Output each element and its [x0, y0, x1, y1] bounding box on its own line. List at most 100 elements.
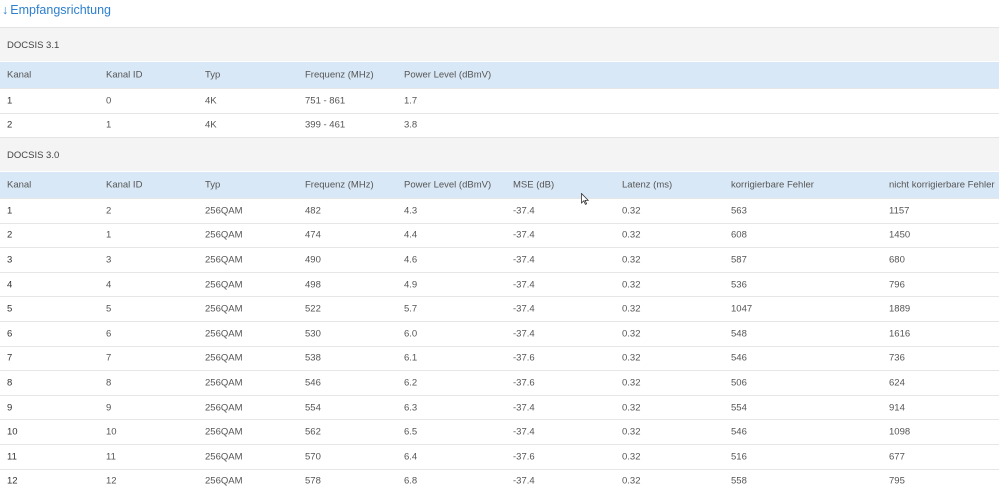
table-group-header: DOCSIS 3.0: [0, 137, 999, 171]
table-cell: 546: [731, 426, 747, 438]
table-cell: 11: [106, 451, 116, 463]
table-cell: 498: [305, 279, 321, 291]
table-cell: 12: [106, 475, 117, 487]
table-cell: 6.5: [404, 426, 418, 438]
table-cell: 5.7: [404, 303, 418, 315]
table-cell: 4K: [205, 119, 217, 131]
table-cell: 0.32: [622, 352, 641, 364]
table-cell: 1: [7, 95, 13, 107]
table-cell: 8: [7, 377, 13, 389]
table-row: 4 4 256QAM 498 4.9 -37.4 0.32 536 796: [0, 271, 999, 297]
section-title: Empfangsrichtung: [10, 3, 112, 17]
table-header-row: Kanal Kanal ID Typ Frequenz (MHz) Power Leve…: [0, 62, 999, 88]
table-cell: 914: [889, 402, 905, 414]
table-cell: 546: [305, 377, 321, 389]
table-cell: 536: [731, 279, 747, 291]
table-cell: 10: [7, 426, 18, 438]
table-cell: 12: [7, 475, 18, 487]
table-cell: 554: [731, 402, 747, 414]
arrow-down-icon: ↓: [2, 3, 9, 17]
table-cell: 608: [731, 229, 747, 241]
table-cell: 680: [889, 254, 905, 266]
table-cell: 0.32: [622, 377, 641, 389]
table-cell: 1450: [889, 229, 911, 241]
table-cell: 1047: [731, 303, 753, 315]
table-cell: 4: [7, 279, 13, 291]
table-cell: 0: [106, 95, 112, 107]
table-cell: 4.3: [404, 205, 418, 217]
table-cell: 530: [305, 328, 321, 340]
column-header: Kanal: [7, 69, 32, 81]
column-header: Typ: [205, 69, 221, 81]
table-cell: -37.4: [513, 279, 535, 291]
table-cell: 5: [7, 303, 13, 315]
table-row: 5 5 256QAM 522 5.7 -37.4 0.32 1047 1889: [0, 296, 999, 321]
table-cell: 256QAM: [205, 402, 243, 414]
table-cell: 7: [7, 352, 13, 364]
table-cell: 1: [106, 229, 112, 241]
table-cell: 0.32: [622, 229, 641, 241]
table-cell: 516: [731, 451, 747, 463]
table-cell: 558: [731, 475, 747, 487]
table-cell: 256QAM: [205, 205, 243, 217]
table-cell: 8: [106, 377, 112, 389]
table-cell: 4.9: [404, 279, 418, 291]
table-cell: 554: [305, 402, 321, 414]
table-cell: 3: [106, 254, 112, 266]
table-row: 1 2 256QAM 482 4.3 -37.4 0.32 563 1157: [0, 198, 999, 223]
column-header: Kanal: [7, 179, 32, 191]
table-cell: 1.7: [404, 95, 418, 107]
table-cell: 0.32: [622, 328, 641, 340]
table-cell: 624: [889, 377, 905, 389]
table-cell: 6: [106, 328, 112, 340]
group-label: DOCSIS 3.0: [7, 150, 60, 161]
table-cell: 548: [731, 328, 747, 340]
table-cell: 256QAM: [205, 303, 243, 315]
section-heading[interactable]: ↓ Empfangsrichtung: [2, 2, 111, 18]
table-cell: 0.32: [622, 426, 641, 438]
table-row: 12 12 256QAM 578 6.8 -37.4 0.32 558 795: [0, 468, 999, 494]
table-row: 7 7 256QAM 538 6.1 -37.6 0.32 546 736: [0, 345, 999, 371]
table-cell: 6.1: [404, 352, 418, 364]
table-cell: 6.0: [404, 328, 418, 340]
table-cell: -37.4: [513, 426, 535, 438]
table-row: 1 0 4K 751 - 861 1.7: [0, 88, 999, 113]
table-cell: 562: [305, 426, 321, 438]
column-header: korrigierbare Fehler: [731, 179, 814, 191]
table-cell: 4.6: [404, 254, 418, 266]
table-cell: -37.6: [513, 352, 535, 364]
table-cell: 482: [305, 205, 321, 217]
table-row: 3 3 256QAM 490 4.6 -37.4 0.32 587 680: [0, 247, 999, 272]
table-cell: 2: [106, 205, 112, 217]
table-cell: 6.2: [404, 377, 418, 389]
table-cell: 6.8: [404, 475, 418, 487]
table-cell: 1: [7, 205, 13, 217]
table-cell: 3.8: [404, 119, 418, 131]
table-row: 8 8 256QAM 546 6.2 -37.6 0.32 506 624: [0, 370, 999, 395]
table-cell: 796: [889, 279, 905, 291]
table-cell: 506: [731, 377, 747, 389]
table-cell: 6.3: [404, 402, 418, 414]
group-label: DOCSIS 3.1: [7, 40, 60, 51]
table-cell: 256QAM: [205, 254, 243, 266]
mouse-cursor-icon: [581, 193, 589, 205]
table-cell: 1: [106, 119, 112, 131]
table-cell: 4K: [205, 95, 217, 107]
column-header: Kanal ID: [106, 179, 143, 191]
column-header: Frequenz (MHz): [305, 69, 374, 81]
table-cell: -37.4: [513, 328, 535, 340]
table-cell: 0.32: [622, 402, 641, 414]
table-row: 9 9 256QAM 554 6.3 -37.4 0.32 554 914: [0, 394, 999, 420]
table-cell: 10: [106, 426, 117, 438]
table-cell: -37.6: [513, 377, 535, 389]
table-row: 2 1 4K 399 - 461 3.8: [0, 112, 999, 138]
table-header-row: Kanal Kanal ID Typ Frequenz (MHz) Power Leve…: [0, 172, 999, 198]
table-cell: 0.32: [622, 279, 641, 291]
table-cell: 256QAM: [205, 426, 243, 438]
column-header: Typ: [205, 179, 221, 191]
table-row: 10 10 256QAM 562 6.5 -37.4 0.32 546 1098: [0, 419, 999, 444]
table-group-header: DOCSIS 3.1: [0, 27, 999, 61]
table-cell: 0.32: [622, 451, 641, 463]
table-cell: 2: [7, 229, 13, 241]
table-cell: -37.4: [513, 303, 535, 315]
